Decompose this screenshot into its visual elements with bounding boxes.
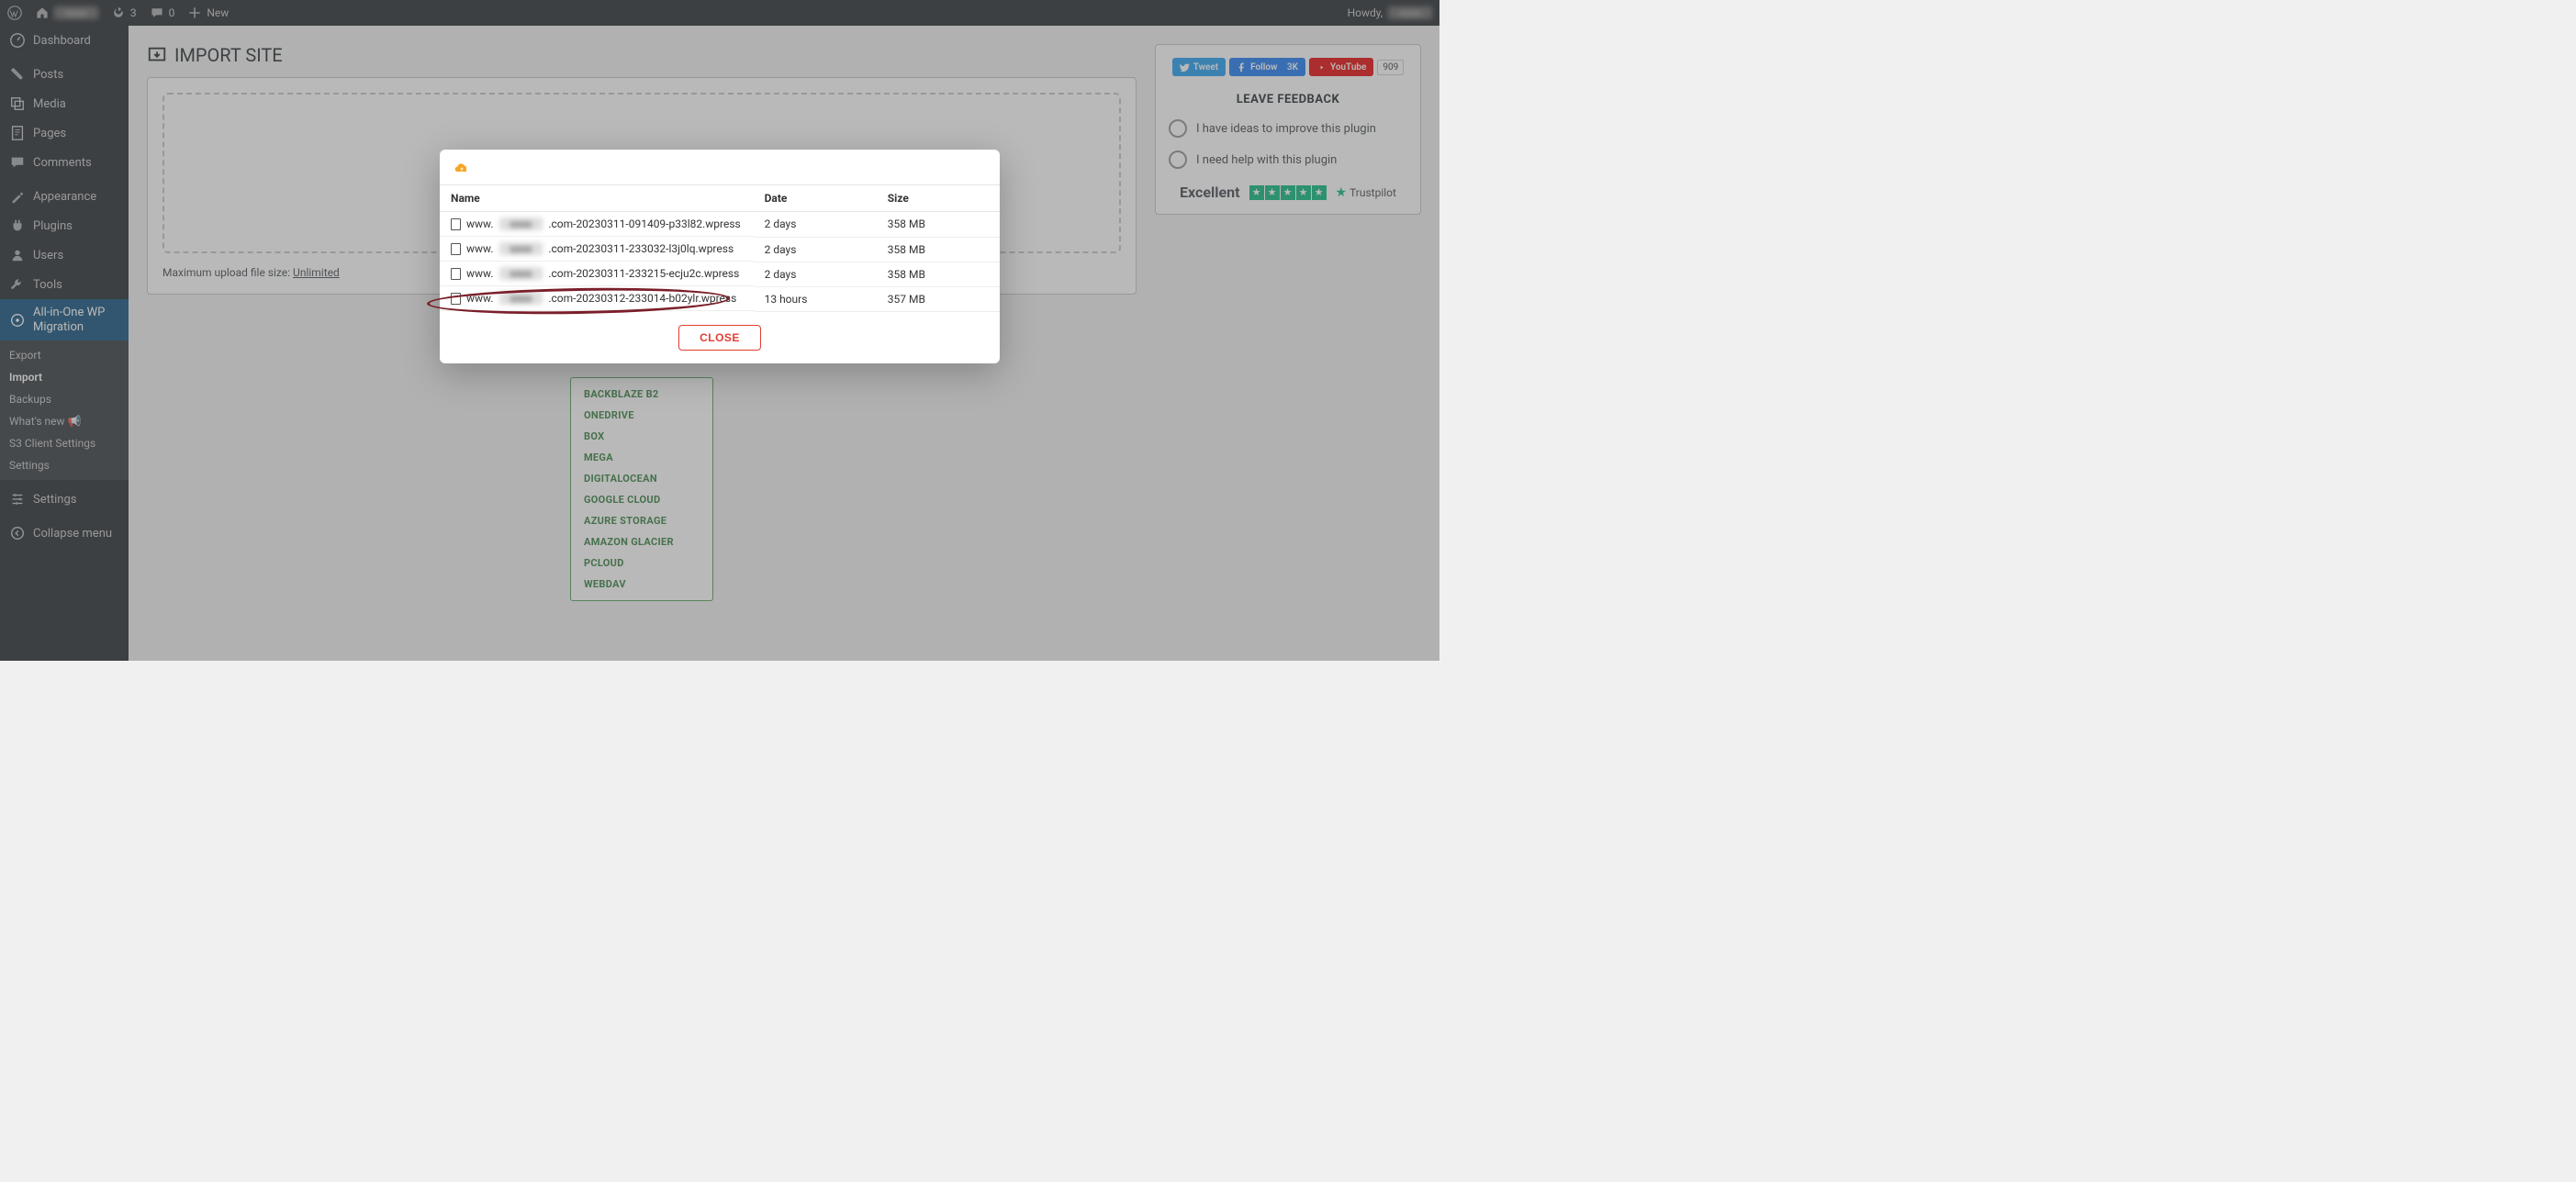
col-size: Size [877,185,1000,212]
file-row[interactable]: www.xxxx.com-20230311-233215-ecju2c.wpre… [440,262,1000,286]
file-table: Name Date Size www.xxxx.com-20230311-091… [440,184,1000,312]
col-name: Name [440,185,754,212]
file-row[interactable]: www.xxxx.com-20230311-233032-l3j0lq.wpre… [440,237,1000,262]
col-date: Date [754,185,877,212]
file-picker-modal: Name Date Size www.xxxx.com-20230311-091… [440,150,1000,363]
file-icon [451,268,461,280]
file-icon [451,243,461,255]
domain-blurred: xxxx [499,242,543,255]
domain-blurred: xxxx [499,292,543,305]
file-icon [451,293,461,305]
domain-blurred: xxxx [499,267,543,280]
domain-blurred: xxxx [499,217,543,230]
cloud-icon [440,162,1000,184]
file-icon [451,218,461,230]
close-button[interactable]: CLOSE [678,325,761,351]
file-row[interactable]: www.xxxx.com-20230312-233014-b02ylr.wpre… [440,286,1000,311]
file-row[interactable]: www.xxxx.com-20230311-091409-p33l82.wpre… [440,212,1000,238]
